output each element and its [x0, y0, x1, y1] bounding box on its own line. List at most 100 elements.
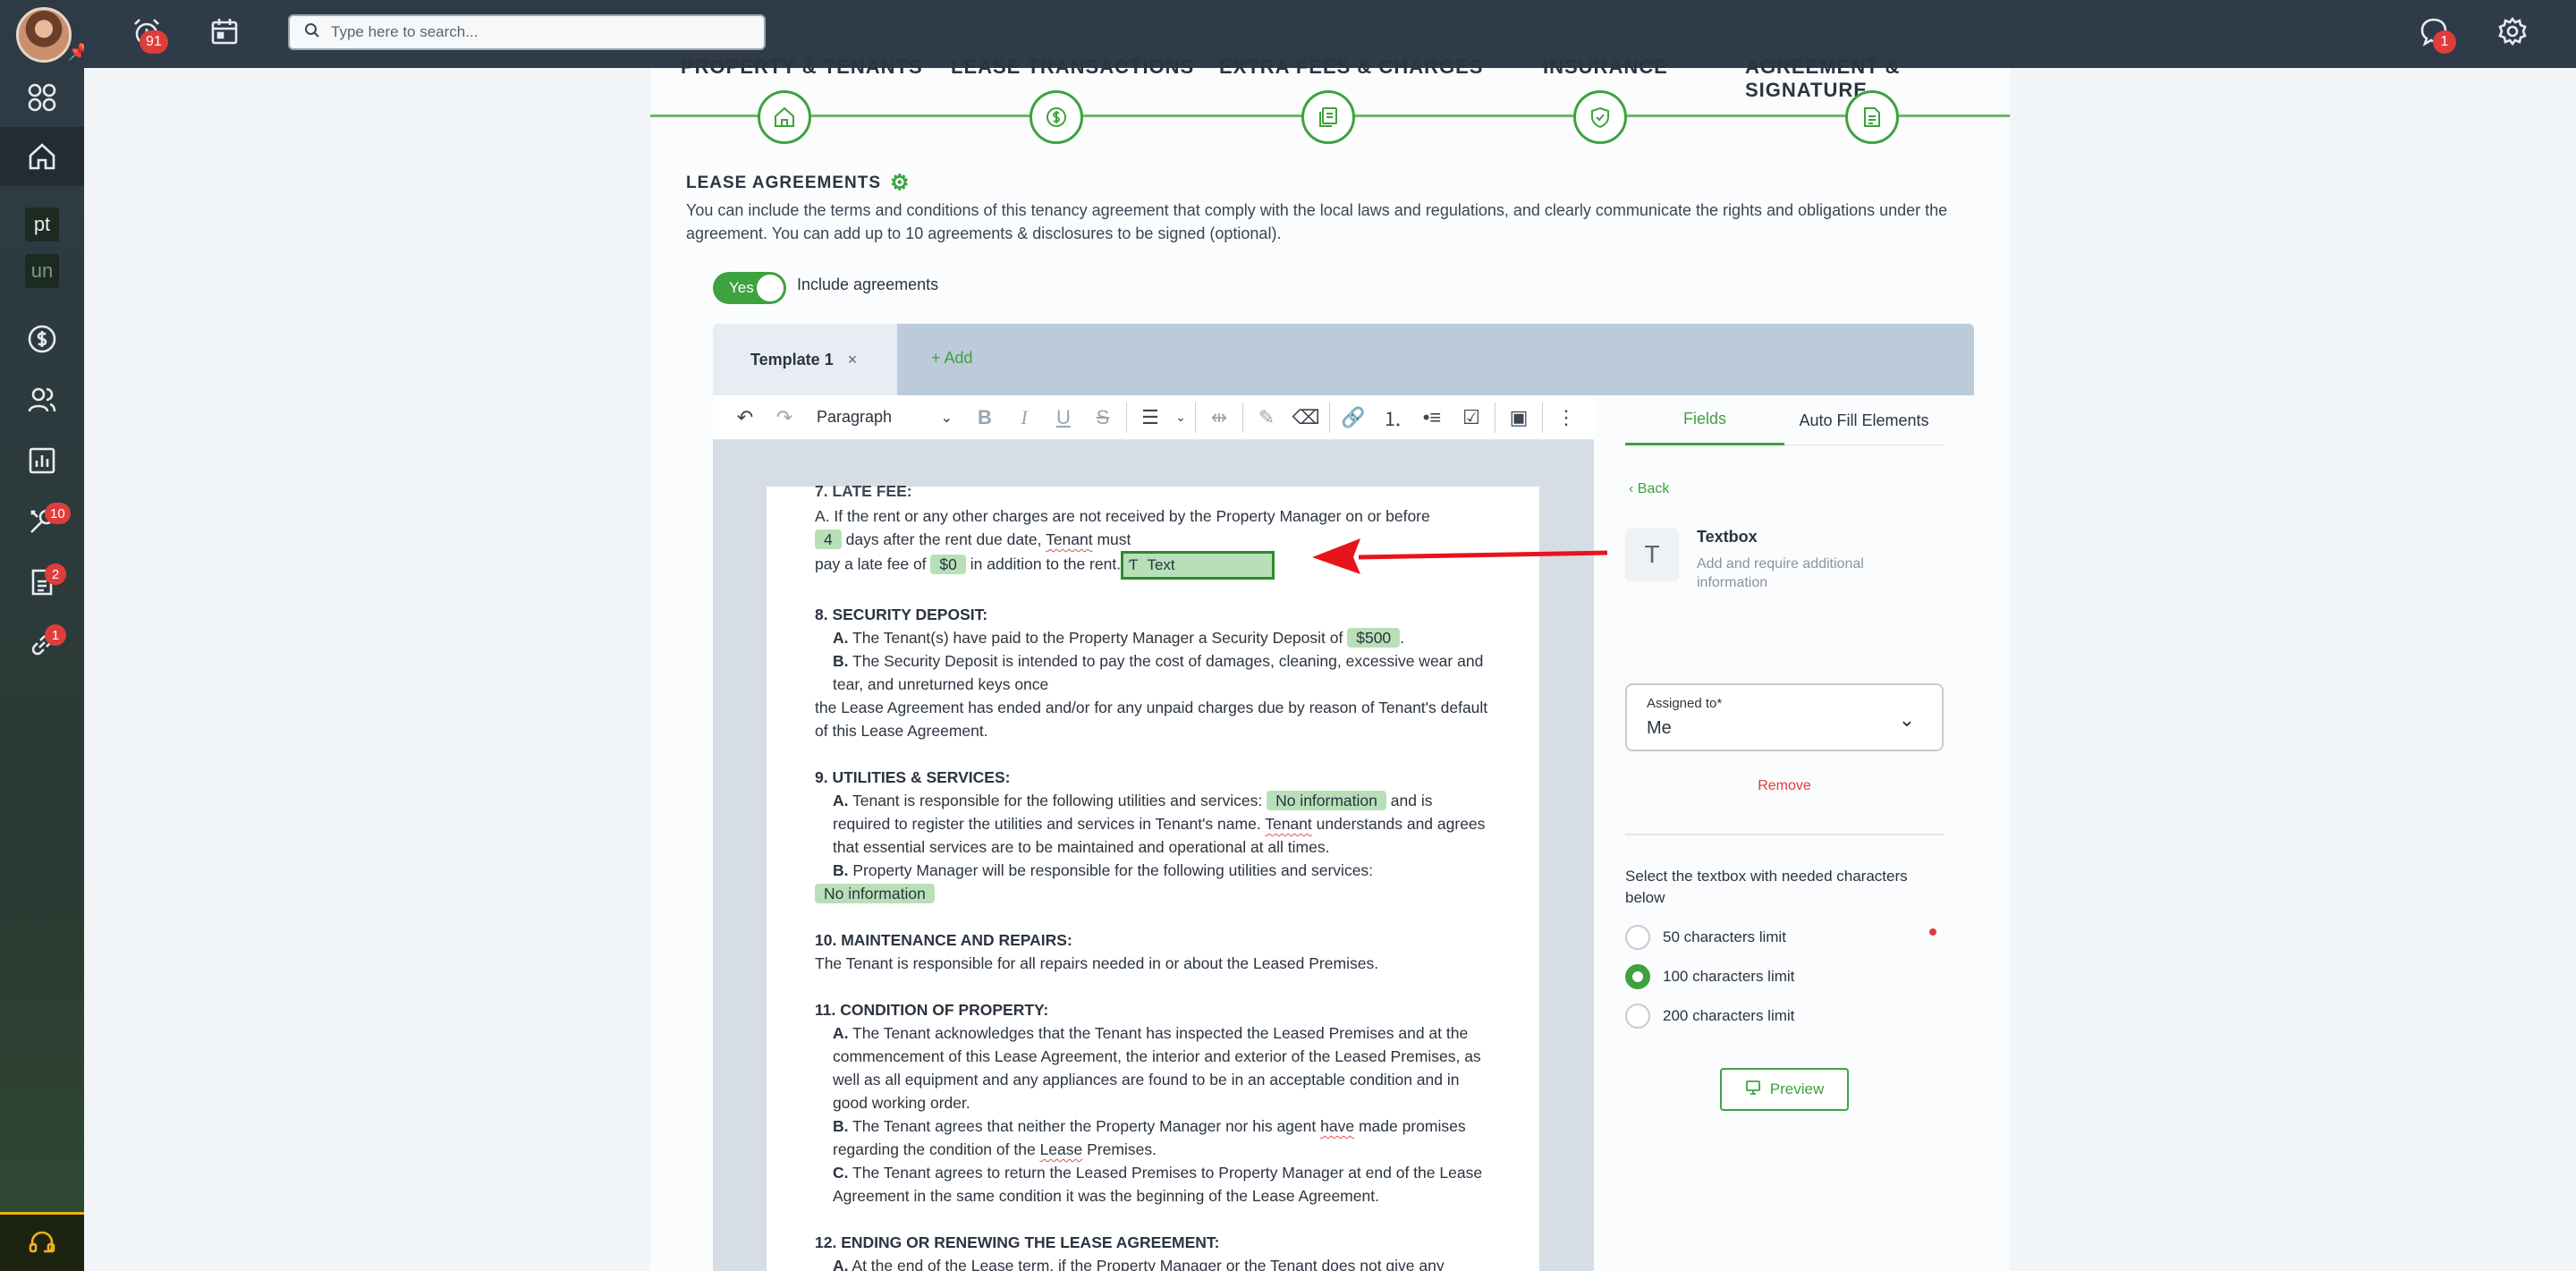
utilities-manager-chip[interactable]: No information	[815, 884, 935, 903]
checklist-icon[interactable]: ☑	[1452, 395, 1491, 440]
redo-icon[interactable]: ↷	[765, 395, 804, 440]
radio-100[interactable]	[1625, 964, 1650, 989]
preview-button[interactable]: Preview	[1720, 1068, 1849, 1111]
toolbar-divider	[1195, 402, 1196, 433]
search-box[interactable]	[288, 14, 766, 50]
align-left-icon[interactable]: ☰	[1131, 395, 1170, 440]
undo-icon[interactable]: ↶	[725, 395, 765, 440]
option-50-label: 50 characters limit	[1663, 928, 1786, 945]
section-title: LEASE AGREEMENTS ⚙	[686, 170, 911, 196]
paragraph-select[interactable]: Paragraph ⌄	[804, 395, 965, 440]
align-chevron-icon[interactable]: ⌄	[1170, 395, 1191, 440]
highlighter-icon[interactable]: ✎	[1247, 395, 1286, 440]
fields-panel: Fields Auto Fill Elements ‹ Back T Textb…	[1625, 395, 1974, 1200]
tab-label: Template 1	[750, 350, 834, 369]
condition-b: B. The Tenant agrees that neither the Pr…	[833, 1117, 1466, 1158]
copy-docs-icon	[1319, 107, 1337, 127]
step-insurance[interactable]	[1573, 90, 1627, 144]
late-fee-line-1: A. If the rent or any other charges are …	[815, 507, 1430, 525]
sidebar-item-pt[interactable]: pt	[25, 208, 59, 241]
radio-200[interactable]	[1625, 1004, 1650, 1029]
support-headset-icon[interactable]	[0, 1212, 84, 1271]
step-extra-fees[interactable]	[1301, 90, 1355, 144]
step-agreement[interactable]	[1845, 90, 1899, 144]
char-limit-instructions: Select the textbox with needed character…	[1625, 868, 1908, 906]
text-field-placeholder[interactable]: Ƭ Text	[1121, 551, 1275, 580]
calendar-icon[interactable]	[209, 16, 240, 55]
textbox-type-icon: T	[1625, 528, 1679, 581]
security-amount-chip[interactable]: $500	[1347, 628, 1401, 648]
option-200-chars[interactable]: 200 characters limit	[1625, 1004, 1794, 1029]
late-days-chip[interactable]: 4	[815, 530, 842, 549]
users-icon[interactable]	[0, 370, 84, 429]
document-page[interactable]: 7. LATE FEE: A. If the rent or any other…	[767, 482, 1539, 1271]
remove-button[interactable]: Remove	[1625, 778, 1944, 794]
home-icon	[775, 106, 794, 127]
back-link[interactable]: ‹ Back	[1629, 481, 1669, 497]
late-amount-chip[interactable]: $0	[930, 554, 966, 574]
monitor-icon	[1745, 1080, 1761, 1100]
home-icon[interactable]	[0, 127, 84, 186]
underline-icon[interactable]: U	[1044, 395, 1083, 440]
template-tabbar: Template 1 × + Add	[713, 324, 1974, 395]
bullet-list-icon[interactable]: •≡	[1412, 395, 1452, 440]
chat-badge: 1	[2433, 30, 2456, 54]
step-lease-transactions[interactable]	[1030, 90, 1083, 144]
security-a: A. The Tenant(s) have paid to the Proper…	[833, 628, 1405, 648]
alarm-badge: 91	[140, 30, 168, 54]
utilities-tenant-chip[interactable]: No information	[1267, 791, 1386, 810]
textbox-title: Textbox	[1697, 528, 1758, 546]
tab-fields[interactable]: Fields	[1625, 395, 1784, 445]
panel-divider	[1625, 834, 1944, 835]
search-icon	[304, 22, 320, 43]
link-icon[interactable]: 🔗	[1334, 395, 1373, 440]
eraser-icon[interactable]: ⌫	[1286, 395, 1326, 440]
search-input[interactable]	[331, 23, 724, 41]
settings-gear-icon[interactable]	[2497, 16, 2528, 55]
security-b-cont: the Lease Agreement has ended and/or for…	[815, 699, 1488, 740]
documents-icon[interactable]	[0, 553, 84, 612]
apps-grid-icon[interactable]	[0, 68, 84, 127]
tab-template-1[interactable]: Template 1 ×	[713, 324, 897, 395]
link-icon[interactable]	[0, 615, 84, 674]
assigned-to-select[interactable]: Assigned to* Me ⌄	[1625, 683, 1944, 751]
reports-chart-icon[interactable]	[0, 431, 84, 490]
maintenance-text: The Tenant is responsible for all repair…	[815, 954, 1379, 972]
red-arrow-annotation	[1312, 538, 1608, 574]
add-template-button[interactable]: + Add	[931, 349, 973, 368]
step-property[interactable]	[758, 90, 811, 144]
toolbar-divider	[1242, 402, 1243, 433]
option-100-label: 100 characters limit	[1663, 968, 1795, 985]
bold-icon[interactable]: B	[965, 395, 1004, 440]
image-icon[interactable]: ▣	[1499, 395, 1538, 440]
strikethrough-icon[interactable]: S	[1083, 395, 1123, 440]
condition-c: C. The Tenant agrees to return the Lease…	[833, 1164, 1483, 1205]
ending-a: A. At the end of the Lease term, if the …	[833, 1257, 1445, 1271]
option-100-chars[interactable]: 100 characters limit	[1625, 964, 1794, 989]
sidebar-item-un[interactable]: un	[25, 254, 59, 288]
gear-settings-icon[interactable]: ⚙	[890, 170, 911, 196]
step-label-property: PROPERTY & TENANTS	[681, 55, 923, 78]
italic-icon[interactable]: I	[1004, 395, 1044, 440]
radio-50[interactable]	[1625, 925, 1650, 950]
section-description: You can include the terms and conditions…	[686, 201, 1948, 242]
preview-label: Preview	[1769, 1080, 1825, 1097]
numbered-list-icon[interactable]: ⒈	[1373, 395, 1412, 440]
dollar-icon	[1046, 107, 1066, 127]
tab-auto-fill[interactable]: Auto Fill Elements	[1784, 395, 1944, 445]
more-vertical-icon[interactable]: ⋮	[1546, 395, 1586, 440]
chevron-down-icon: ⌄	[940, 410, 953, 426]
page-break-icon[interactable]: ⇹	[1199, 395, 1239, 440]
close-icon[interactable]: ×	[848, 351, 858, 369]
user-avatar[interactable]	[16, 7, 72, 63]
step-label-fees: EXTRA FEES & CHARGES	[1219, 55, 1484, 78]
include-agreements-toggle[interactable]: Yes	[713, 272, 786, 304]
option-50-chars[interactable]: 50 characters limit	[1625, 925, 1786, 950]
back-label: Back	[1637, 481, 1670, 496]
document-icon	[1864, 107, 1880, 127]
shield-check-icon	[1591, 106, 1609, 129]
include-agreements-label: Include agreements	[797, 275, 939, 293]
dollar-circle-icon[interactable]	[0, 309, 84, 369]
panel-tabs: Fields Auto Fill Elements	[1625, 395, 1944, 445]
maintenance-tools-icon[interactable]	[0, 492, 84, 551]
